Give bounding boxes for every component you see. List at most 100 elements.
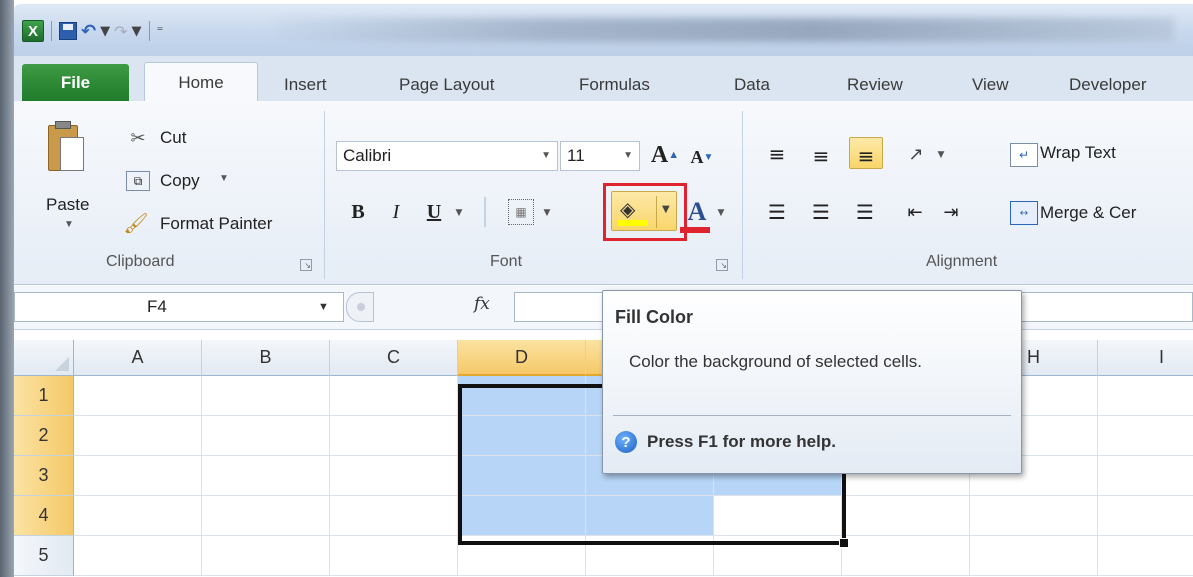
cell-i5[interactable] [1098, 536, 1193, 576]
copy-button[interactable]: Copy [160, 171, 200, 191]
tab-review[interactable]: Review [847, 68, 903, 102]
font-size-select[interactable]: 11 ▼ [560, 141, 640, 171]
align-right-icon[interactable]: ☰ [850, 197, 880, 227]
customize-qat-button[interactable]: ⁼ [157, 19, 164, 43]
cell-c5[interactable] [330, 536, 458, 576]
format-painter-button[interactable]: Format Painter [160, 214, 272, 234]
orientation-chevron-down-icon[interactable]: ▼ [934, 145, 948, 165]
cell-a3[interactable] [74, 456, 202, 496]
cell-g4[interactable] [842, 496, 970, 536]
cell-a1[interactable] [74, 376, 202, 416]
cell-a4[interactable] [74, 496, 202, 536]
row-header-2[interactable]: 2 [14, 416, 74, 456]
paste-chevron-down-icon[interactable]: ▼ [64, 219, 74, 230]
italic-button[interactable]: I [384, 199, 408, 225]
tab-developer[interactable]: Developer [1069, 68, 1147, 102]
tab-view[interactable]: View [972, 68, 1009, 102]
tab-formulas[interactable]: Formulas [579, 68, 650, 102]
cell-f5[interactable] [714, 536, 842, 576]
tab-insert[interactable]: Insert [284, 68, 327, 102]
redo-button[interactable]: ↷ [114, 19, 127, 43]
align-top-icon[interactable]: ≡ [762, 139, 792, 169]
cell-g5[interactable] [842, 536, 970, 576]
wrap-text-button[interactable]: Wrap Text [1040, 143, 1116, 163]
cell-b3[interactable] [202, 456, 330, 496]
cell-i2[interactable] [1098, 416, 1193, 456]
align-center-icon[interactable]: ☰ [806, 197, 836, 227]
row-header-4[interactable]: 4 [14, 496, 74, 536]
orientation-icon[interactable]: ↗ [900, 139, 932, 169]
cell-b4[interactable] [202, 496, 330, 536]
merge-center-button[interactable]: Merge & Cer [1040, 203, 1136, 223]
cell-d5[interactable] [458, 536, 586, 576]
borders-chevron-down-icon[interactable]: ▼ [540, 203, 554, 223]
paste-label[interactable]: Paste [46, 195, 89, 215]
cell-i3[interactable] [1098, 456, 1193, 496]
excel-app-icon[interactable]: X [22, 20, 44, 42]
cell-d3[interactable] [458, 456, 586, 496]
cell-d2[interactable] [458, 416, 586, 456]
column-header-d[interactable]: D [458, 340, 586, 376]
bold-button[interactable]: B [346, 199, 370, 225]
borders-icon[interactable]: ▦ [508, 199, 534, 225]
select-all-corner[interactable] [14, 340, 74, 376]
clipboard-launcher-icon[interactable]: ↘ [300, 259, 312, 271]
row-header-1[interactable]: 1 [14, 376, 74, 416]
shrink-font-icon[interactable]: A ▼ [688, 143, 716, 171]
column-header-c[interactable]: C [330, 340, 458, 376]
undo-button[interactable]: ↶ [81, 19, 96, 43]
cell-b1[interactable] [202, 376, 330, 416]
column-header-a[interactable]: A [74, 340, 202, 376]
name-box-chevron-down-icon[interactable]: ▼ [318, 301, 329, 313]
grow-font-icon[interactable]: A ▲ [650, 139, 680, 171]
cell-c2[interactable] [330, 416, 458, 456]
column-header-i[interactable]: I [1098, 340, 1193, 376]
cell-c4[interactable] [330, 496, 458, 536]
font-launcher-icon[interactable]: ↘ [716, 259, 728, 271]
cell-c3[interactable] [330, 456, 458, 496]
column-header-b[interactable]: B [202, 340, 330, 376]
cell-a5[interactable] [74, 536, 202, 576]
cell-d1[interactable] [458, 376, 586, 416]
cell-b2[interactable] [202, 416, 330, 456]
cell-d4[interactable] [458, 496, 586, 536]
cell-a2[interactable] [74, 416, 202, 456]
tab-page-layout[interactable]: Page Layout [399, 68, 494, 102]
cell-b5[interactable] [202, 536, 330, 576]
redo-dropdown-chevron-down-icon[interactable]: ▼ [132, 19, 142, 43]
cell-e4[interactable] [586, 496, 714, 536]
underline-button[interactable]: U [422, 199, 446, 225]
cell-i4[interactable] [1098, 496, 1193, 536]
cell-h5[interactable] [970, 536, 1098, 576]
cut-button[interactable]: Cut [160, 128, 186, 148]
formula-resize-handle[interactable] [346, 292, 374, 322]
underline-chevron-down-icon[interactable]: ▼ [452, 203, 466, 223]
tab-home[interactable]: Home [144, 62, 258, 103]
tab-file[interactable]: File [22, 64, 129, 102]
row-header-3[interactable]: 3 [14, 456, 74, 496]
cell-c1[interactable] [330, 376, 458, 416]
save-button[interactable] [59, 19, 77, 43]
copy-icon: ⧉ [126, 171, 150, 191]
fill-handle[interactable] [839, 538, 849, 548]
copy-chevron-down-icon[interactable]: ▼ [219, 173, 229, 184]
undo-dropdown-chevron-down-icon[interactable]: ▼ [100, 19, 110, 43]
cell-h4[interactable] [970, 496, 1098, 536]
align-left-icon[interactable]: ☰ [762, 197, 792, 227]
cell-f4[interactable] [714, 496, 842, 536]
cell-i1[interactable] [1098, 376, 1193, 416]
align-middle-icon[interactable]: ≡ [806, 141, 836, 171]
tab-data[interactable]: Data [734, 68, 770, 102]
decrease-indent-icon[interactable]: ⇤ [900, 197, 930, 227]
name-box[interactable]: F4 ▼ [14, 292, 344, 322]
cell-e5[interactable] [586, 536, 714, 576]
font-name-select[interactable]: Calibri ▼ [336, 141, 558, 171]
font-color-swatch [680, 227, 710, 233]
paste-button[interactable] [46, 119, 88, 181]
row-header-5[interactable]: 5 [14, 536, 74, 576]
font-color-button[interactable]: A [684, 197, 710, 227]
increase-indent-icon[interactable]: ⇥ [936, 197, 966, 227]
help-icon: ? [615, 431, 637, 453]
font-color-chevron-down-icon[interactable]: ▼ [714, 203, 728, 223]
insert-function-button[interactable]: fx [474, 294, 490, 314]
